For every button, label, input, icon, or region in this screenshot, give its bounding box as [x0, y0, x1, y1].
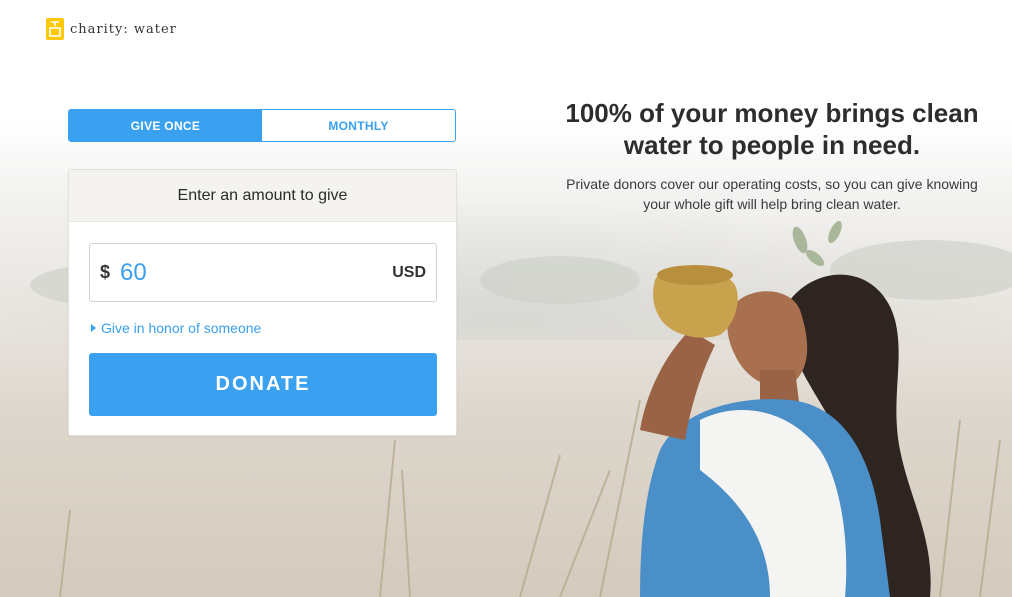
amount-input[interactable]: $ 60 USD — [89, 243, 437, 302]
donation-frequency-toggle: GIVE ONCE MONTHLY — [68, 109, 456, 142]
jerrycan-icon — [46, 18, 64, 40]
donation-card: Enter an amount to give $ 60 USD Give in… — [68, 169, 457, 436]
tab-monthly[interactable]: MONTHLY — [262, 110, 455, 141]
amount-value[interactable]: 60 — [120, 259, 392, 287]
brand-name: charity: water — [70, 21, 177, 37]
tab-give-once[interactable]: GIVE ONCE — [69, 110, 262, 141]
hero-subtext: Private donors cover our operating costs… — [566, 176, 978, 212]
currency-symbol: $ — [100, 262, 111, 282]
hero-headline: 100% of your money brings clean water to… — [565, 98, 979, 160]
card-header: Enter an amount to give — [69, 170, 456, 222]
currency-code: USD — [392, 263, 426, 281]
caret-right-icon — [91, 324, 96, 332]
charity-water-logo[interactable]: charity: water — [46, 18, 177, 40]
honor-link-label: Give in honor of someone — [101, 320, 262, 336]
donate-button[interactable]: DONATE — [89, 353, 437, 416]
give-in-honor-link[interactable]: Give in honor of someone — [91, 320, 261, 336]
